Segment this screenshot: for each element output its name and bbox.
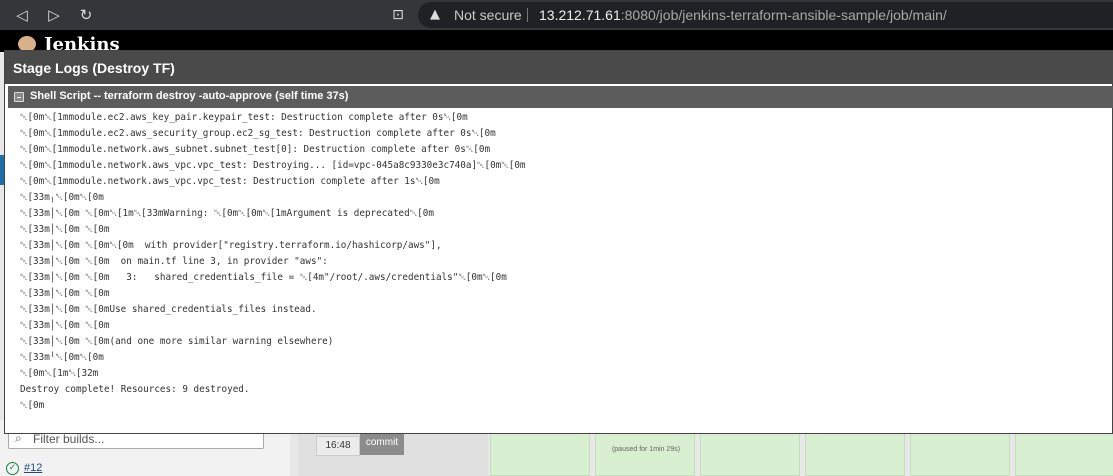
reload-icon[interactable]: ↻	[76, 5, 96, 25]
stage-cells	[490, 432, 1113, 476]
log-line: ␀[33m╷␀[0m␀[0m	[20, 192, 104, 203]
stage-cell[interactable]	[490, 432, 590, 476]
jenkins-header	[0, 30, 1113, 52]
log-line: ␀[0m␀[1mmodule.ec2.aws_security_group.ec…	[20, 128, 496, 139]
stage-cell[interactable]	[910, 432, 1010, 476]
collapse-icon[interactable]	[14, 92, 24, 102]
step-title: Shell Script -- terraform destroy -auto-…	[30, 90, 349, 102]
paused-label: (paused for 1min 29s)	[611, 446, 681, 453]
stage-cell[interactable]	[700, 432, 800, 476]
browser-toolbar: ◁ ▷ ↻ ⊡ ▲ Not secure 13.212.71.61:8080/j…	[0, 0, 1113, 30]
url-path: :8080/job/jenkins-terraform-ansible-samp…	[620, 7, 947, 23]
build-number-link[interactable]: #12	[24, 462, 42, 474]
omnibox-divider	[527, 8, 528, 22]
log-line: ␀[0m␀[1mmodule.network.aws_subnet.subnet…	[20, 144, 491, 155]
log-line: ␀[33m│␀[0m ␀[0m␀[0m with provider["regis…	[20, 240, 442, 251]
warning-triangle-icon[interactable]: ▲	[430, 6, 446, 24]
log-line: ␀[0m	[20, 400, 45, 411]
log-line: ␀[33m│␀[0m ␀[0m	[20, 288, 110, 299]
log-line: ␀[33m│␀[0m ␀[0m(and one more similar war…	[20, 336, 334, 347]
not-secure-label[interactable]: Not secure	[454, 7, 522, 23]
commit-badge[interactable]: commit	[360, 433, 404, 455]
log-line: ␀[0m␀[1mmodule.network.aws_vpc.vpc_test:…	[20, 176, 440, 187]
stage-cell[interactable]	[1015, 432, 1113, 476]
url-host: 13.212.71.61	[539, 7, 621, 23]
log-line: ␀[33m│␀[0m ␀[0m␀[1m␀[33mWarning: ␀[0m␀[0…	[20, 208, 434, 219]
log-line: ␀[33m│␀[0m ␀[0m	[20, 320, 110, 331]
success-check-icon: ✓	[6, 462, 19, 475]
filter-placeholder: Filter builds...	[33, 432, 105, 446]
url-text[interactable]: 13.212.71.61:8080/job/jenkins-terraform-…	[539, 7, 947, 23]
log-line: ␀[33m│␀[0m ␀[0m	[20, 224, 110, 235]
forward-arrow-icon[interactable]: ▷	[44, 5, 64, 25]
dialog-title-bar[interactable]: Stage Logs (Destroy TF)	[5, 51, 1113, 84]
log-line: ␀[0m␀[1m␀[32m	[20, 368, 99, 379]
log-line: ␀[0m␀[1mmodule.network.aws_vpc.vpc_test:…	[20, 160, 526, 171]
stage-logs-dialog: Stage Logs (Destroy TF) Shell Script -- …	[4, 50, 1113, 434]
dialog-title: Stage Logs (Destroy TF)	[13, 60, 175, 76]
address-bar[interactable]: ▲ Not secure 13.212.71.61:8080/job/jenki…	[418, 2, 1113, 28]
back-arrow-icon[interactable]: ◁	[12, 5, 32, 25]
step-header[interactable]: Shell Script -- terraform destroy -auto-…	[8, 86, 1113, 108]
log-line: ␀[0m␀[1mmodule.ec2.aws_key_pair.keypair_…	[20, 112, 468, 123]
bookmark-icon[interactable]: ⊡	[388, 5, 408, 25]
console-log: ␀[0m␀[1mmodule.ec2.aws_key_pair.keypair_…	[20, 110, 1100, 430]
log-line: ␀[33m│␀[0m ␀[0m on main.tf line 3, in pr…	[20, 256, 328, 267]
log-line: ␀[33m│␀[0m ␀[0mUse shared_credentials_fi…	[20, 304, 317, 315]
stage-cell[interactable]	[805, 432, 905, 476]
stage-cell[interactable]	[595, 432, 695, 476]
log-line: ␀[33m│␀[0m ␀[0m 3: shared_credentials_fi…	[20, 272, 507, 283]
log-line: ␀[33m╵␀[0m␀[0m	[20, 352, 104, 363]
build-time: 16:48	[316, 436, 360, 456]
log-line: Destroy complete! Resources: 9 destroyed…	[20, 384, 250, 395]
